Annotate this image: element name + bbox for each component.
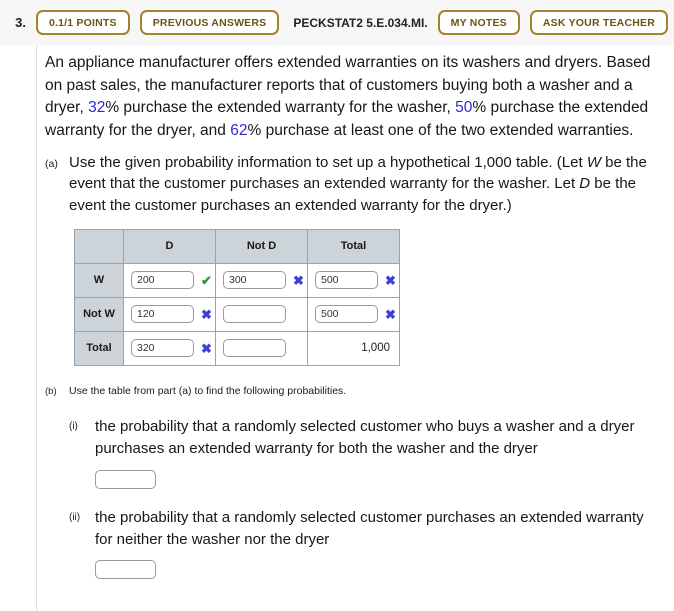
cell-total-notd [215,330,308,366]
grand-total-value: 1,000 [361,342,390,355]
pct-at-least-one: 62 [230,121,248,139]
marker-none-notw-notd [293,308,304,321]
cell-total-d: ✖ [123,330,216,366]
part-b-item-ii-label: (ii) [69,511,81,523]
answer-input-b-ii[interactable] [95,560,156,580]
problem-text-2: % purchase the extended warranty for the… [105,99,456,117]
variable-d: D [579,175,591,193]
hypothetical-table-wrapper: D Not D Total W ✔ ✖ [74,228,670,366]
marker-correct-w-d: ✔ [201,272,212,288]
question-number: 3. [15,15,26,30]
pct-washer: 32 [88,99,106,117]
cell-w-d: ✔ [123,262,216,298]
table-corner-cell [74,228,124,264]
row-header-total: Total [74,330,124,366]
part-b-label: (b) [45,385,57,397]
cell-w-notd: ✖ [215,262,308,298]
marker-incorrect-notw-total: ✖ [385,306,396,322]
input-notw-d[interactable] [131,305,194,324]
table-header-row: D Not D Total [74,228,400,264]
left-divider [36,45,37,611]
toolbar-inner: 3. 0.1/1 POINTS PREVIOUS ANSWERS PECKSTA… [10,0,668,45]
previous-answers-button[interactable]: PREVIOUS ANSWERS [139,9,280,36]
cell-notw-total: ✖ [307,296,400,332]
cell-notw-d: ✖ [123,296,216,332]
part-a-text-1: Use the given probability information to… [69,153,587,171]
marker-incorrect-notw-d: ✖ [201,306,212,322]
problem-statement: An appliance manufacturer offers extende… [45,45,661,143]
part-b-item-i-body: the probability that a randomly selected… [95,416,665,489]
points-badge[interactable]: 0.1/1 POINTS [35,9,130,36]
hypothetical-1000-table: D Not D Total W ✔ ✖ [74,228,400,366]
cell-notw-notd-inner [216,305,307,324]
cell-w-total-inner: ✖ [308,271,399,290]
marker-incorrect-w-total: ✖ [385,272,396,288]
ask-your-teacher-button[interactable]: ASK YOUR TEACHER [529,9,668,36]
part-b-item-ii-body: the probability that a randomly selected… [95,507,665,580]
input-notw-notd[interactable] [223,305,286,324]
input-w-total[interactable] [315,271,378,290]
part-b-item-ii-text: the probability that a randomly selected… [95,508,644,548]
pct-dryer: 50 [455,99,473,117]
input-w-notd[interactable] [223,271,286,290]
my-notes-button[interactable]: MY NOTES [437,9,520,36]
variable-w: W [586,153,601,171]
marker-incorrect-total-d: ✖ [201,340,212,356]
column-header-total: Total [307,228,400,264]
table-row: Total ✖ 1,000 [74,330,400,366]
part-a-text: Use the given probability information to… [69,152,659,217]
cell-notw-d-inner: ✖ [124,305,215,324]
part-a: (a) Use the given probability informatio… [45,152,670,217]
cell-w-total: ✖ [307,262,400,298]
cell-grand-total: 1,000 [307,330,400,366]
row-header-not-w: Not W [74,296,124,332]
answer-input-b-i[interactable] [95,469,156,489]
question-toolbar: 3. 0.1/1 POINTS PREVIOUS ANSWERS PECKSTA… [0,0,674,45]
part-a-label: (a) [45,157,58,170]
table-row: Not W ✖ [74,296,400,332]
part-b: (b) Use the table from part (a) to find … [45,385,670,399]
marker-none-total-notd [293,342,304,355]
row-header-w: W [74,262,124,298]
marker-incorrect-w-notd: ✖ [293,272,304,288]
input-w-d[interactable] [131,271,194,290]
question-content: An appliance manufacturer offers extende… [45,45,670,580]
column-header-d: D [123,228,216,264]
cell-w-d-inner: ✔ [124,271,215,290]
cell-notw-notd [215,296,308,332]
part-b-item-i-label: (i) [69,421,78,433]
cell-total-d-inner: ✖ [124,339,215,358]
input-total-d[interactable] [131,339,194,358]
column-header-not-d: Not D [215,228,308,264]
problem-id: PECKSTAT2 5.E.034.MI. [293,15,428,30]
part-b-text: Use the table from part (a) to find the … [69,384,347,397]
table-row: W ✔ ✖ [74,262,400,298]
part-b-item-i-text: the probability that a randomly selected… [95,418,635,458]
cell-notw-total-inner: ✖ [308,305,399,324]
cell-total-notd-inner [216,339,307,358]
input-total-notd[interactable] [223,339,286,358]
problem-text-4: % purchase at least one of the two exten… [247,121,634,139]
part-b-item-ii: (ii) the probability that a randomly sel… [69,507,670,580]
cell-w-notd-inner: ✖ [216,271,307,290]
input-notw-total[interactable] [315,305,378,324]
part-b-item-i: (i) the probability that a randomly sele… [69,416,670,489]
